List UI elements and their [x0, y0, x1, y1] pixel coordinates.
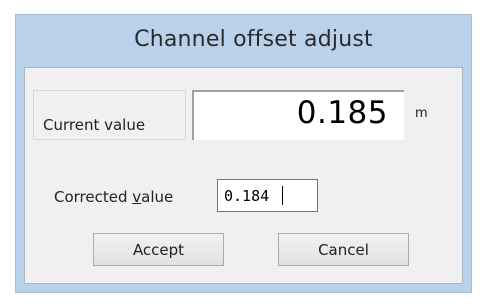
current-value-display: 0.185 [192, 90, 404, 140]
unit-label: m [415, 106, 428, 121]
dialog-client-area: Current value 0.185 m Corrected value Ac… [24, 67, 463, 284]
title-bar[interactable]: Channel offset adjust [16, 15, 471, 67]
corrected-value-input[interactable] [217, 179, 318, 212]
corrected-label-prefix: Corrected [54, 188, 133, 206]
corrected-label-accelerator: v [132, 188, 142, 206]
text-caret [282, 186, 283, 205]
current-value-label: Current value [43, 116, 146, 134]
dialog-window: Channel offset adjust Current value 0.18… [15, 14, 472, 293]
accept-button[interactable]: Accept [93, 233, 224, 266]
current-value-text: 0.185 [296, 95, 388, 131]
cancel-button[interactable]: Cancel [278, 233, 409, 266]
corrected-label-suffix: alue [141, 188, 174, 206]
corrected-value-label: Corrected value [54, 188, 173, 206]
window-title: Channel offset adjust [134, 26, 373, 52]
